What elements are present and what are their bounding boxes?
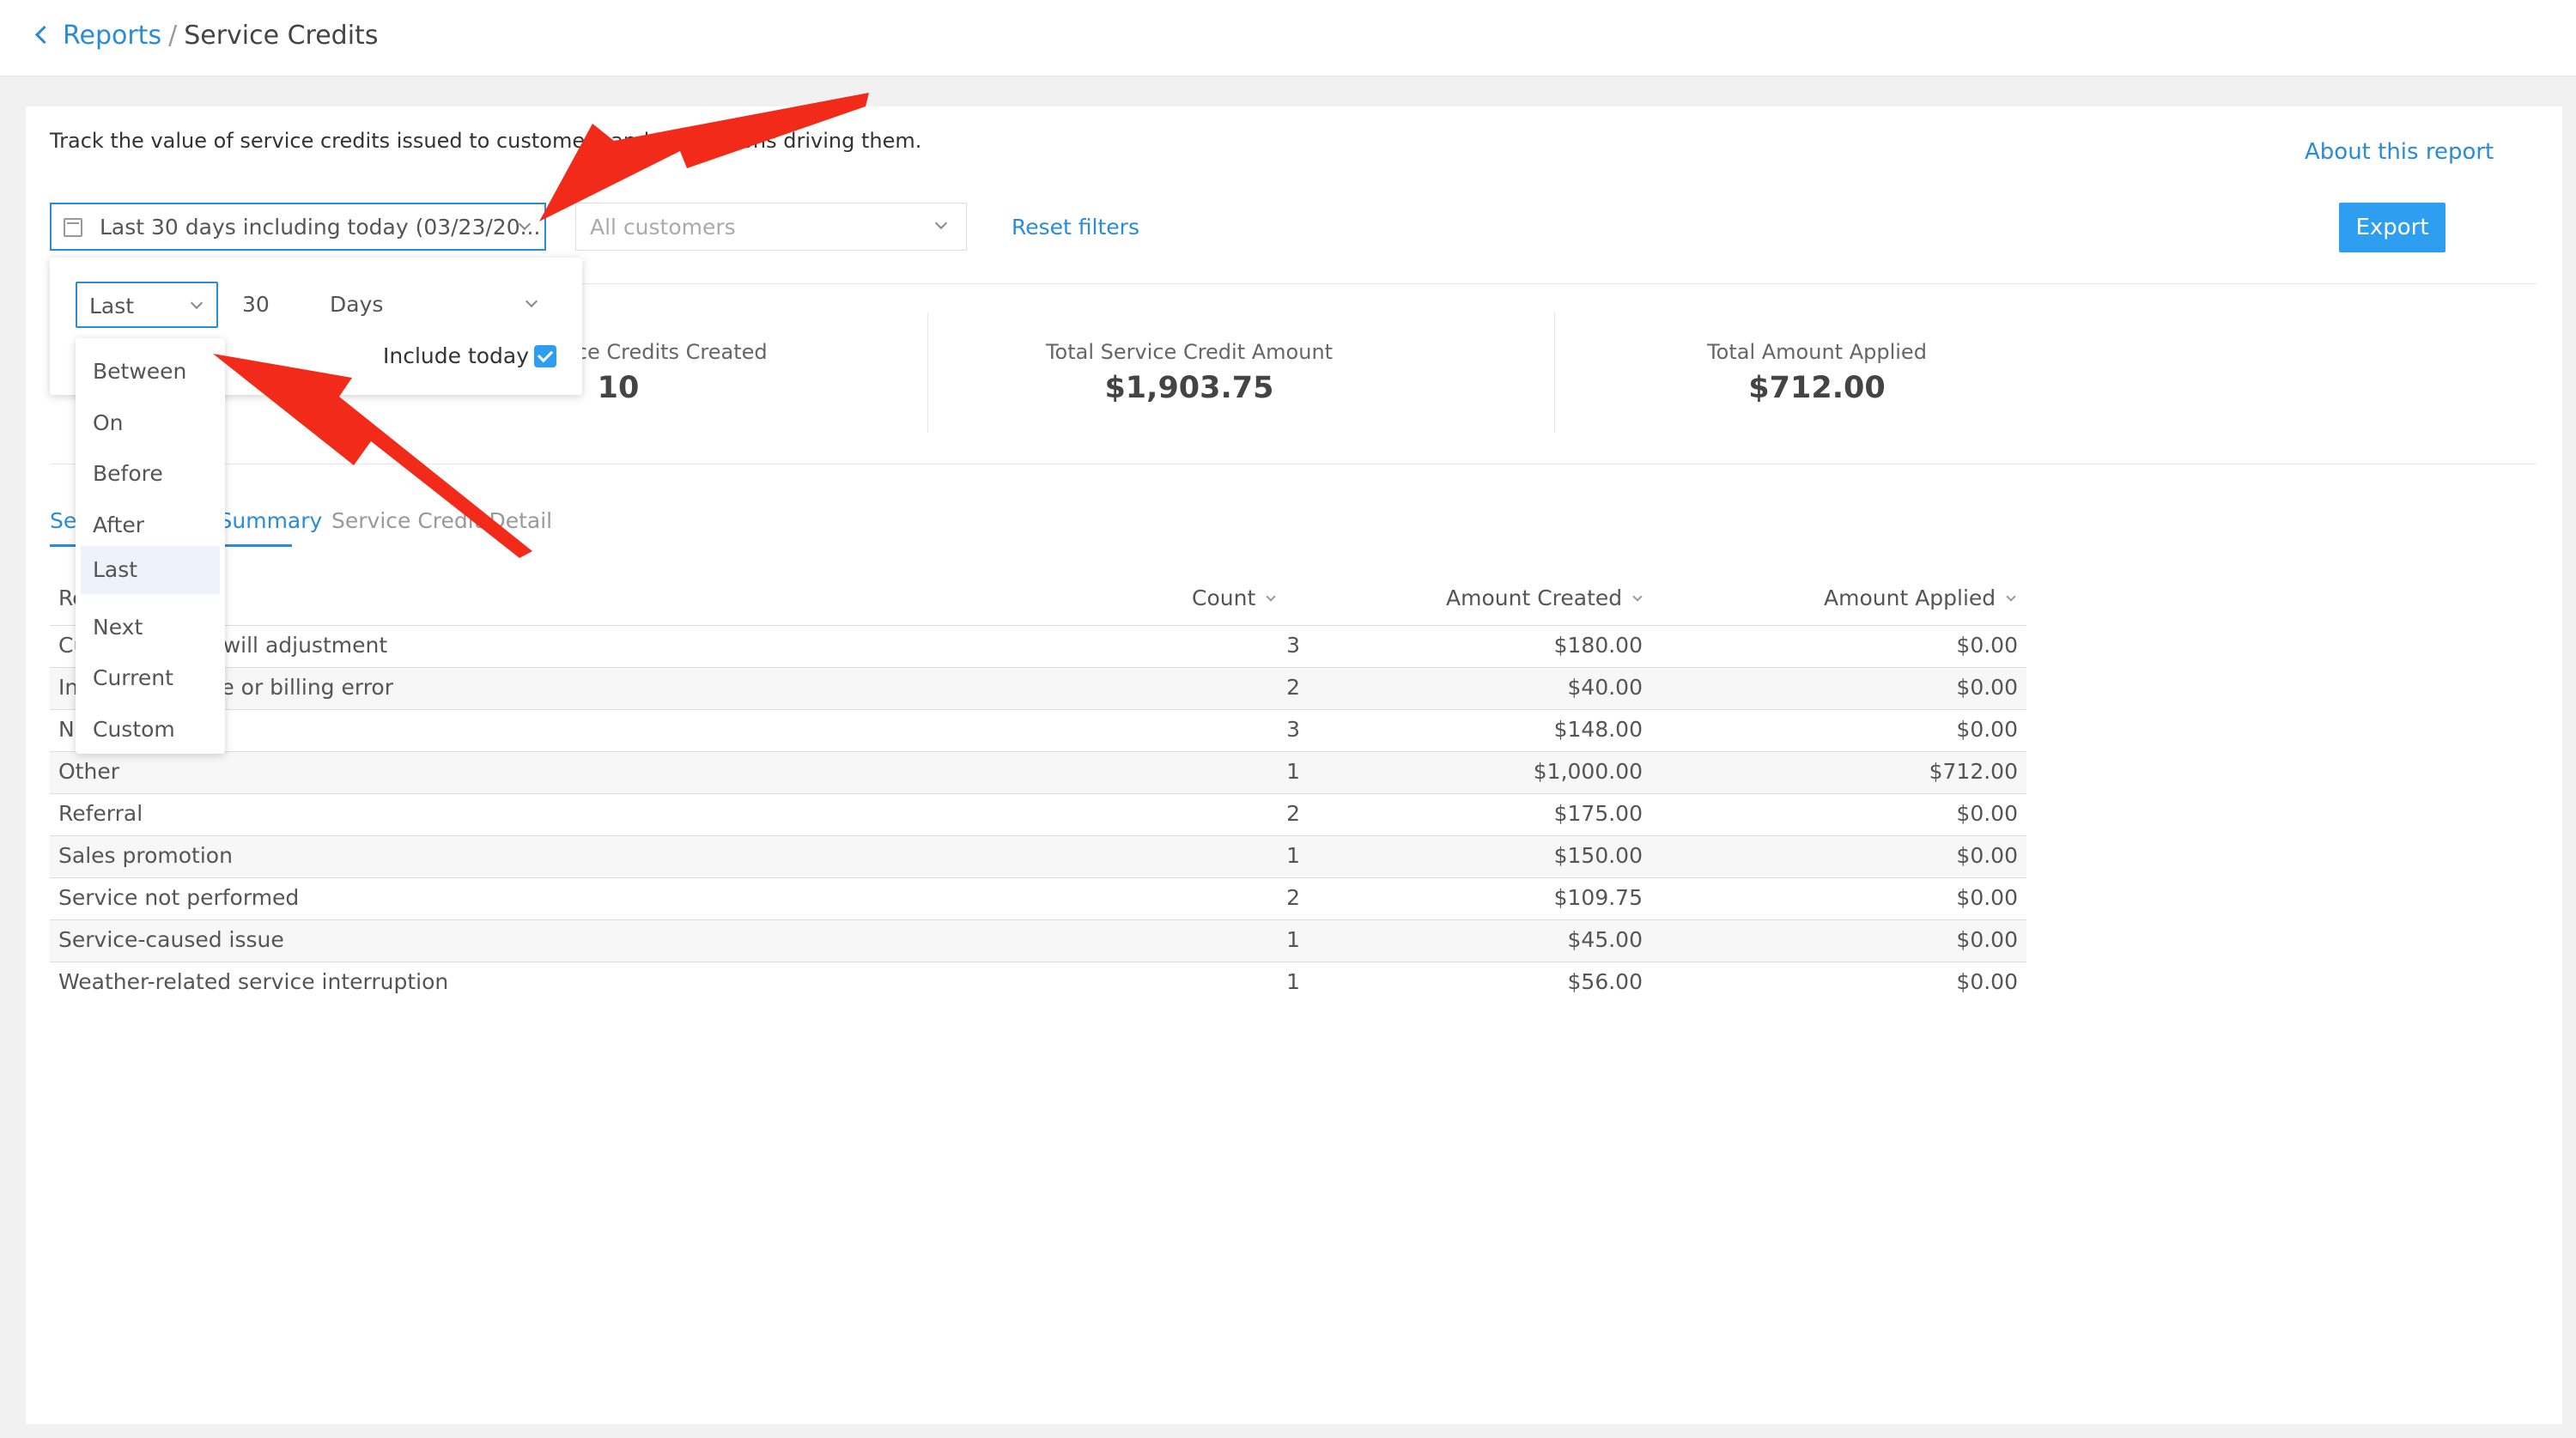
stat-value-amount-applied: $712.00	[1748, 371, 1886, 405]
table-row: Customer goodwill adjustment 3 $180.00 $…	[50, 625, 2026, 667]
sort-icon	[2006, 592, 2016, 602]
menu-item-on[interactable]: On	[76, 398, 225, 448]
column-header-amount-created[interactable]: Amount Created	[1446, 586, 1643, 610]
cell-amount-created: $180.00	[1553, 633, 1643, 658]
customer-select[interactable]: All customers	[575, 203, 967, 251]
breadcrumb-current: Service Credits	[184, 21, 379, 51]
cell-amount-applied: $0.00	[1956, 801, 2018, 826]
table-row: Incorrect charge or billing error 2 $40.…	[50, 667, 2026, 709]
date-mode-menu: Between On Before After Last Next Curren…	[76, 338, 225, 754]
cell-amount-created: $40.00	[1567, 675, 1643, 700]
table-row: Service-caused issue 1 $45.00 $0.00	[50, 919, 2026, 962]
cell-amount-created: $1,000.00	[1533, 759, 1643, 784]
table-row: Weather-related service interruption 1 $…	[50, 962, 2026, 1004]
about-report-link[interactable]: About this report	[2305, 139, 2494, 165]
cell-count: 1	[1286, 759, 1300, 784]
tab-service-credit-detail[interactable]: Service Credit Detail	[331, 508, 552, 533]
cell-reason: Sales promotion	[58, 843, 233, 868]
table-row: Sales promotion 1 $150.00 $0.00	[50, 835, 2026, 877]
table-row: Service not performed 2 $109.75 $0.00	[50, 877, 2026, 919]
table-row: No-show 3 $148.00 $0.00	[50, 709, 2026, 751]
table-row: Referral 2 $175.00 $0.00	[50, 793, 2026, 835]
cell-reason: Weather-related service interruption	[58, 969, 449, 994]
menu-item-after[interactable]: After	[76, 501, 225, 550]
cell-count: 2	[1286, 675, 1300, 700]
menu-item-last[interactable]: Last	[81, 546, 220, 594]
include-today-label: Include today	[383, 343, 530, 368]
cell-amount-applied: $0.00	[1956, 717, 2018, 742]
cell-amount-applied: $712.00	[1929, 759, 2018, 784]
chevron-down-icon	[934, 216, 948, 230]
stat-label-credit-amount: Total Service Credit Amount	[1045, 340, 1334, 364]
menu-item-custom[interactable]: Custom	[76, 705, 225, 755]
cell-amount-applied: $0.00	[1956, 885, 2018, 910]
column-header-amount-applied[interactable]: Amount Applied	[1824, 586, 2016, 610]
reset-filters-link[interactable]: Reset filters	[1012, 215, 1139, 240]
stat-value-credit-amount: $1,903.75	[1104, 371, 1274, 405]
cell-amount-created: $175.00	[1553, 801, 1643, 826]
cell-reason: Service-caused issue	[58, 927, 284, 952]
stat-divider	[1554, 312, 1555, 433]
cell-count: 2	[1286, 801, 1300, 826]
date-range-value: Last 30 days including today (03/23/20..…	[100, 215, 541, 240]
cell-count: 1	[1286, 843, 1300, 868]
breadcrumb-reports-link[interactable]: Reports	[63, 21, 161, 51]
cell-amount-applied: $0.00	[1956, 969, 2018, 994]
cell-amount-applied: $0.00	[1956, 843, 2018, 868]
cell-count: 1	[1286, 927, 1300, 952]
date-unit-value: Days	[330, 292, 384, 317]
breadcrumb: Reports / Service Credits	[34, 19, 379, 53]
sort-icon	[1266, 592, 1276, 602]
menu-item-between[interactable]: Between	[76, 347, 225, 397]
stat-label-amount-applied: Total Amount Applied	[1707, 340, 1927, 364]
date-mode-select[interactable]: Last	[76, 282, 218, 328]
cell-amount-created: $56.00	[1567, 969, 1643, 994]
menu-item-current[interactable]: Current	[76, 653, 225, 703]
customer-select-placeholder: All customers	[590, 215, 736, 240]
cell-reason: Referral	[58, 801, 143, 826]
date-number-input[interactable]: 30	[242, 292, 270, 317]
table-row: Other 1 $1,000.00 $712.00	[50, 751, 2026, 793]
cell-amount-applied: $0.00	[1956, 633, 2018, 658]
cell-amount-applied: $0.00	[1956, 927, 2018, 952]
date-unit-select[interactable]: Days	[330, 292, 538, 317]
report-description: Track the value of service credits issue…	[50, 129, 922, 153]
sort-icon	[1632, 592, 1643, 602]
stat-divider	[927, 312, 928, 433]
cell-count: 3	[1286, 717, 1300, 742]
cell-amount-created: $148.00	[1553, 717, 1643, 742]
column-header-count[interactable]: Count	[1192, 586, 1276, 610]
breadcrumb-separator: /	[168, 21, 178, 51]
top-bar	[0, 0, 2576, 76]
date-mode-value: Last	[89, 294, 135, 319]
include-today-checkbox[interactable]	[534, 345, 556, 367]
calendar-icon	[64, 218, 82, 237]
menu-item-before[interactable]: Before	[76, 449, 225, 499]
menu-item-next[interactable]: Next	[76, 603, 225, 652]
cell-count: 2	[1286, 885, 1300, 910]
cell-amount-created: $45.00	[1567, 927, 1643, 952]
cell-count: 1	[1286, 969, 1300, 994]
date-range-select[interactable]: Last 30 days including today (03/23/20..…	[50, 203, 546, 251]
cell-amount-created: $150.00	[1553, 843, 1643, 868]
chevron-left-icon[interactable]	[34, 25, 54, 45]
cell-reason: Other	[58, 759, 119, 784]
cell-amount-created: $109.75	[1553, 885, 1643, 910]
cell-amount-applied: $0.00	[1956, 675, 2018, 700]
cell-reason: Service not performed	[58, 885, 300, 910]
export-button[interactable]: Export	[2339, 203, 2445, 252]
cell-count: 3	[1286, 633, 1300, 658]
chevron-down-icon	[190, 296, 204, 310]
